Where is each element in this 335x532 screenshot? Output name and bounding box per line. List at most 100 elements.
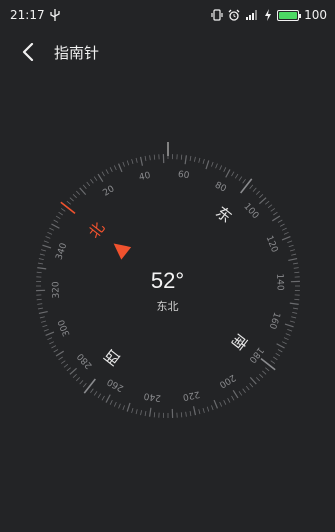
compass-tick xyxy=(223,399,227,405)
compass-tick xyxy=(287,240,293,243)
compass-tick xyxy=(109,399,113,405)
compass-tick xyxy=(267,204,273,209)
compass-tick xyxy=(105,169,109,175)
compass-tick xyxy=(131,407,134,413)
compass-tick xyxy=(289,320,295,323)
compass-tick xyxy=(225,169,231,178)
compass-tick xyxy=(185,411,187,417)
compass-tick xyxy=(38,258,44,260)
compass-tick xyxy=(43,329,49,332)
compass-tick xyxy=(51,223,60,229)
charging-icon xyxy=(264,9,272,21)
compass-tick xyxy=(105,394,111,403)
compass-tick xyxy=(72,373,77,378)
compass-tick xyxy=(60,360,66,364)
compass-tick xyxy=(126,160,130,166)
compass-tick xyxy=(265,200,270,205)
compass-tick xyxy=(270,208,276,212)
compass-tick xyxy=(288,244,294,248)
compass-tick xyxy=(223,167,227,173)
compass-tick xyxy=(232,389,239,399)
compass-tick xyxy=(231,171,235,177)
back-button[interactable] xyxy=(8,32,48,72)
degree-label: 40 xyxy=(138,171,152,183)
compass-tick xyxy=(293,262,299,265)
compass-tick xyxy=(255,377,260,382)
compass-tick xyxy=(273,211,278,216)
vibrate-icon xyxy=(211,9,223,21)
compass-tick xyxy=(259,373,264,378)
compass-tick xyxy=(49,227,55,231)
compass-tick xyxy=(219,165,223,171)
compass-tick xyxy=(131,159,134,165)
compass-tick xyxy=(259,197,267,205)
compass-tick xyxy=(72,194,77,199)
battery-percent: 100 xyxy=(304,8,327,22)
compass-tick xyxy=(288,257,298,262)
alarm-icon xyxy=(228,9,240,21)
degree-label: 60 xyxy=(177,170,190,182)
status-time: 21:17 xyxy=(10,8,45,22)
compass-tick xyxy=(109,167,113,173)
compass-tick xyxy=(113,401,117,407)
compass-tick xyxy=(135,157,138,163)
compass-tick xyxy=(206,406,210,412)
compass-tick xyxy=(45,236,51,239)
compass-tick xyxy=(63,363,69,368)
compass-tick xyxy=(144,411,147,417)
compass-tick xyxy=(270,360,276,364)
compass-tick xyxy=(126,402,131,412)
compass-tick xyxy=(283,231,289,235)
cardinal-tick xyxy=(60,201,76,214)
compass-tick xyxy=(42,244,52,249)
compass-tick xyxy=(69,367,77,375)
cardinal-east: 东 xyxy=(212,203,235,226)
compass-tick xyxy=(281,227,287,231)
compass-tick xyxy=(41,249,47,252)
compass-tick xyxy=(53,219,59,223)
status-bar: 21:17 100 xyxy=(0,0,335,30)
degree-label: 220 xyxy=(181,388,200,401)
compass-tick xyxy=(249,383,254,388)
compass-tick xyxy=(86,181,91,187)
compass-tick xyxy=(242,388,246,394)
status-bar-left: 21:17 xyxy=(10,8,60,22)
compass-tick xyxy=(242,178,246,184)
compass-tick xyxy=(47,337,53,341)
degree-label: 180 xyxy=(246,345,265,365)
compass-tick xyxy=(234,173,239,179)
compass-tick xyxy=(79,187,87,195)
compass-tick xyxy=(255,190,260,195)
compass-tick xyxy=(271,215,281,222)
chevron-left-icon xyxy=(22,43,34,61)
degree-label: 280 xyxy=(75,351,94,371)
compass-tick xyxy=(101,395,105,401)
compass-tick xyxy=(82,383,87,388)
signal-icon xyxy=(245,9,259,21)
compass-tick xyxy=(205,160,210,170)
compass-tick xyxy=(58,356,63,361)
compass-tick xyxy=(82,184,87,189)
compass-tick xyxy=(101,171,105,177)
compass-tick xyxy=(122,405,125,411)
compass-tick xyxy=(211,405,214,411)
compass-tick xyxy=(180,412,183,418)
degree-label: 200 xyxy=(217,372,237,390)
compass-tick xyxy=(192,406,197,416)
compass-tick xyxy=(279,223,285,227)
compass-tick xyxy=(93,176,98,181)
compass-tick xyxy=(55,215,61,220)
compass-tick xyxy=(184,155,187,165)
heading-direction: 东北 xyxy=(156,300,179,313)
compass-tick xyxy=(76,190,81,195)
battery-fill xyxy=(279,11,298,19)
header: 指南针 xyxy=(0,32,335,72)
compass-tick xyxy=(277,219,283,223)
compass-tick xyxy=(90,178,94,184)
compass-tick xyxy=(66,200,71,205)
compass-tick xyxy=(252,187,257,192)
heading-value: 52° xyxy=(150,268,185,293)
compass-tick xyxy=(215,163,218,169)
compass-tick xyxy=(37,262,43,265)
compass-tick xyxy=(79,380,84,385)
